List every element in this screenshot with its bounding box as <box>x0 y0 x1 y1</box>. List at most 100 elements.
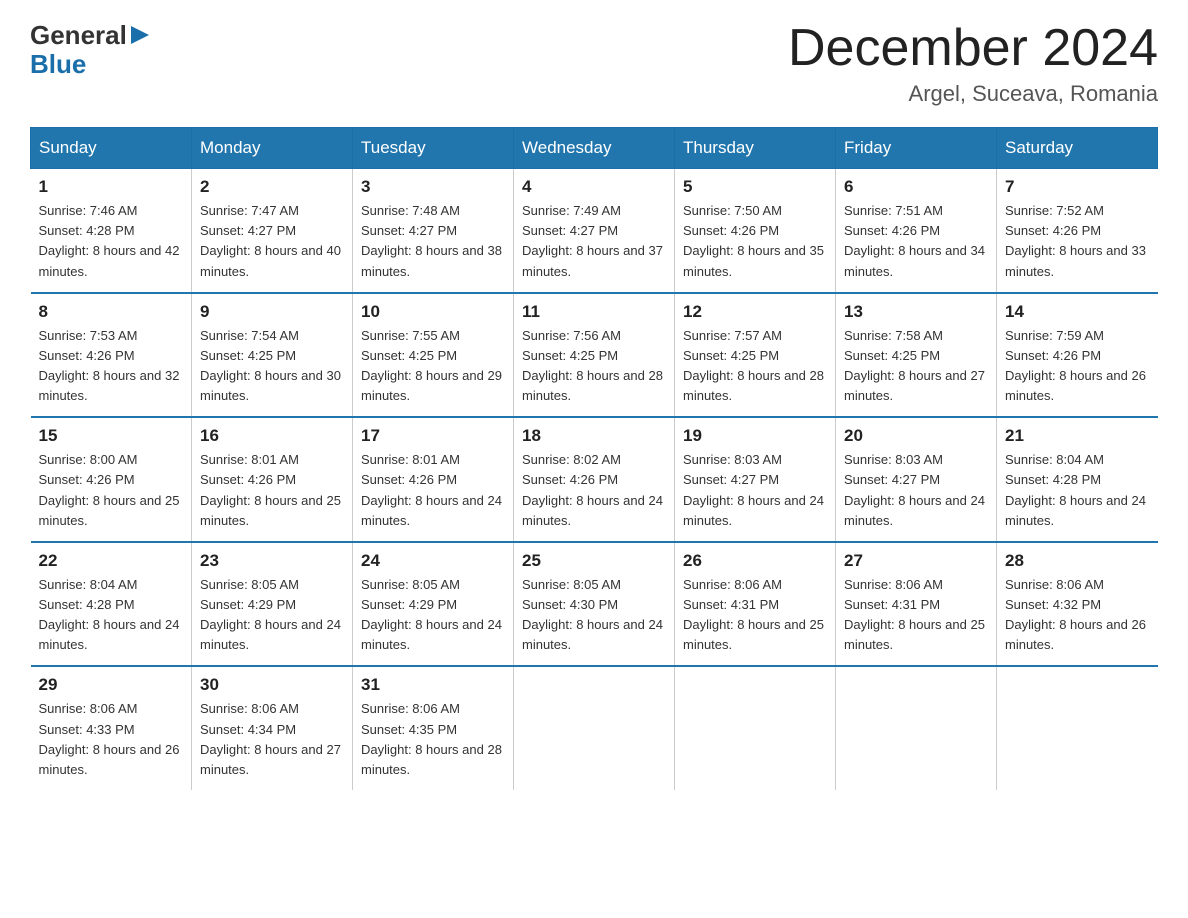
day-number: 7 <box>1005 177 1150 197</box>
day-number: 4 <box>522 177 666 197</box>
day-number: 3 <box>361 177 505 197</box>
day-info: Sunrise: 8:03 AMSunset: 4:27 PMDaylight:… <box>844 450 988 531</box>
table-row: 24 Sunrise: 8:05 AMSunset: 4:29 PMDaylig… <box>353 542 514 667</box>
table-row: 28 Sunrise: 8:06 AMSunset: 4:32 PMDaylig… <box>997 542 1158 667</box>
day-info: Sunrise: 7:54 AMSunset: 4:25 PMDaylight:… <box>200 326 344 407</box>
col-thursday: Thursday <box>675 128 836 169</box>
day-number: 1 <box>39 177 184 197</box>
calendar-table: Sunday Monday Tuesday Wednesday Thursday… <box>30 127 1158 790</box>
day-info: Sunrise: 8:04 AMSunset: 4:28 PMDaylight:… <box>1005 450 1150 531</box>
day-info: Sunrise: 7:55 AMSunset: 4:25 PMDaylight:… <box>361 326 505 407</box>
day-info: Sunrise: 8:06 AMSunset: 4:31 PMDaylight:… <box>683 575 827 656</box>
logo-general-text: General <box>30 20 127 51</box>
day-info: Sunrise: 8:05 AMSunset: 4:30 PMDaylight:… <box>522 575 666 656</box>
day-number: 14 <box>1005 302 1150 322</box>
table-row <box>997 666 1158 790</box>
day-info: Sunrise: 7:51 AMSunset: 4:26 PMDaylight:… <box>844 201 988 282</box>
day-info: Sunrise: 7:48 AMSunset: 4:27 PMDaylight:… <box>361 201 505 282</box>
day-info: Sunrise: 8:06 AMSunset: 4:35 PMDaylight:… <box>361 699 505 780</box>
day-info: Sunrise: 8:00 AMSunset: 4:26 PMDaylight:… <box>39 450 184 531</box>
day-info: Sunrise: 8:05 AMSunset: 4:29 PMDaylight:… <box>361 575 505 656</box>
page-header: General Blue December 2024 Argel, Suceav… <box>30 20 1158 107</box>
calendar-week-row: 29 Sunrise: 8:06 AMSunset: 4:33 PMDaylig… <box>31 666 1158 790</box>
col-saturday: Saturday <box>997 128 1158 169</box>
col-tuesday: Tuesday <box>353 128 514 169</box>
table-row: 19 Sunrise: 8:03 AMSunset: 4:27 PMDaylig… <box>675 417 836 542</box>
day-info: Sunrise: 8:06 AMSunset: 4:31 PMDaylight:… <box>844 575 988 656</box>
table-row: 22 Sunrise: 8:04 AMSunset: 4:28 PMDaylig… <box>31 542 192 667</box>
table-row: 16 Sunrise: 8:01 AMSunset: 4:26 PMDaylig… <box>192 417 353 542</box>
day-info: Sunrise: 7:50 AMSunset: 4:26 PMDaylight:… <box>683 201 827 282</box>
day-number: 5 <box>683 177 827 197</box>
table-row: 26 Sunrise: 8:06 AMSunset: 4:31 PMDaylig… <box>675 542 836 667</box>
location-label: Argel, Suceava, Romania <box>788 81 1158 107</box>
table-row: 20 Sunrise: 8:03 AMSunset: 4:27 PMDaylig… <box>836 417 997 542</box>
day-info: Sunrise: 7:47 AMSunset: 4:27 PMDaylight:… <box>200 201 344 282</box>
day-number: 21 <box>1005 426 1150 446</box>
table-row: 21 Sunrise: 8:04 AMSunset: 4:28 PMDaylig… <box>997 417 1158 542</box>
table-row: 6 Sunrise: 7:51 AMSunset: 4:26 PMDayligh… <box>836 169 997 293</box>
table-row: 30 Sunrise: 8:06 AMSunset: 4:34 PMDaylig… <box>192 666 353 790</box>
day-number: 12 <box>683 302 827 322</box>
day-number: 22 <box>39 551 184 571</box>
day-number: 25 <box>522 551 666 571</box>
day-info: Sunrise: 7:57 AMSunset: 4:25 PMDaylight:… <box>683 326 827 407</box>
day-info: Sunrise: 7:58 AMSunset: 4:25 PMDaylight:… <box>844 326 988 407</box>
col-monday: Monday <box>192 128 353 169</box>
table-row: 27 Sunrise: 8:06 AMSunset: 4:31 PMDaylig… <box>836 542 997 667</box>
day-number: 30 <box>200 675 344 695</box>
day-info: Sunrise: 7:59 AMSunset: 4:26 PMDaylight:… <box>1005 326 1150 407</box>
table-row: 9 Sunrise: 7:54 AMSunset: 4:25 PMDayligh… <box>192 293 353 418</box>
day-info: Sunrise: 8:06 AMSunset: 4:34 PMDaylight:… <box>200 699 344 780</box>
table-row: 13 Sunrise: 7:58 AMSunset: 4:25 PMDaylig… <box>836 293 997 418</box>
table-row: 8 Sunrise: 7:53 AMSunset: 4:26 PMDayligh… <box>31 293 192 418</box>
table-row: 31 Sunrise: 8:06 AMSunset: 4:35 PMDaylig… <box>353 666 514 790</box>
col-wednesday: Wednesday <box>514 128 675 169</box>
table-row: 23 Sunrise: 8:05 AMSunset: 4:29 PMDaylig… <box>192 542 353 667</box>
day-number: 9 <box>200 302 344 322</box>
table-row: 10 Sunrise: 7:55 AMSunset: 4:25 PMDaylig… <box>353 293 514 418</box>
table-row <box>675 666 836 790</box>
table-row: 18 Sunrise: 8:02 AMSunset: 4:26 PMDaylig… <box>514 417 675 542</box>
day-number: 27 <box>844 551 988 571</box>
day-info: Sunrise: 7:46 AMSunset: 4:28 PMDaylight:… <box>39 201 184 282</box>
day-number: 26 <box>683 551 827 571</box>
day-number: 18 <box>522 426 666 446</box>
day-number: 20 <box>844 426 988 446</box>
calendar-week-row: 8 Sunrise: 7:53 AMSunset: 4:26 PMDayligh… <box>31 293 1158 418</box>
day-number: 19 <box>683 426 827 446</box>
table-row: 7 Sunrise: 7:52 AMSunset: 4:26 PMDayligh… <box>997 169 1158 293</box>
day-number: 8 <box>39 302 184 322</box>
table-row <box>514 666 675 790</box>
logo-blue-text: Blue <box>30 49 86 80</box>
table-row: 11 Sunrise: 7:56 AMSunset: 4:25 PMDaylig… <box>514 293 675 418</box>
day-number: 31 <box>361 675 505 695</box>
day-info: Sunrise: 8:04 AMSunset: 4:28 PMDaylight:… <box>39 575 184 656</box>
day-number: 29 <box>39 675 184 695</box>
calendar-week-row: 15 Sunrise: 8:00 AMSunset: 4:26 PMDaylig… <box>31 417 1158 542</box>
table-row: 5 Sunrise: 7:50 AMSunset: 4:26 PMDayligh… <box>675 169 836 293</box>
day-number: 24 <box>361 551 505 571</box>
day-info: Sunrise: 8:06 AMSunset: 4:33 PMDaylight:… <box>39 699 184 780</box>
day-number: 28 <box>1005 551 1150 571</box>
logo: General Blue <box>30 20 149 80</box>
table-row: 3 Sunrise: 7:48 AMSunset: 4:27 PMDayligh… <box>353 169 514 293</box>
day-number: 10 <box>361 302 505 322</box>
table-row: 12 Sunrise: 7:57 AMSunset: 4:25 PMDaylig… <box>675 293 836 418</box>
logo-arrow-icon <box>131 26 149 49</box>
day-number: 23 <box>200 551 344 571</box>
table-row: 2 Sunrise: 7:47 AMSunset: 4:27 PMDayligh… <box>192 169 353 293</box>
table-row: 29 Sunrise: 8:06 AMSunset: 4:33 PMDaylig… <box>31 666 192 790</box>
day-number: 2 <box>200 177 344 197</box>
day-info: Sunrise: 8:02 AMSunset: 4:26 PMDaylight:… <box>522 450 666 531</box>
day-info: Sunrise: 7:49 AMSunset: 4:27 PMDaylight:… <box>522 201 666 282</box>
day-number: 6 <box>844 177 988 197</box>
day-number: 16 <box>200 426 344 446</box>
day-number: 15 <box>39 426 184 446</box>
table-row: 14 Sunrise: 7:59 AMSunset: 4:26 PMDaylig… <box>997 293 1158 418</box>
day-info: Sunrise: 8:01 AMSunset: 4:26 PMDaylight:… <box>200 450 344 531</box>
table-row: 1 Sunrise: 7:46 AMSunset: 4:28 PMDayligh… <box>31 169 192 293</box>
day-info: Sunrise: 8:03 AMSunset: 4:27 PMDaylight:… <box>683 450 827 531</box>
day-number: 11 <box>522 302 666 322</box>
day-info: Sunrise: 7:56 AMSunset: 4:25 PMDaylight:… <box>522 326 666 407</box>
